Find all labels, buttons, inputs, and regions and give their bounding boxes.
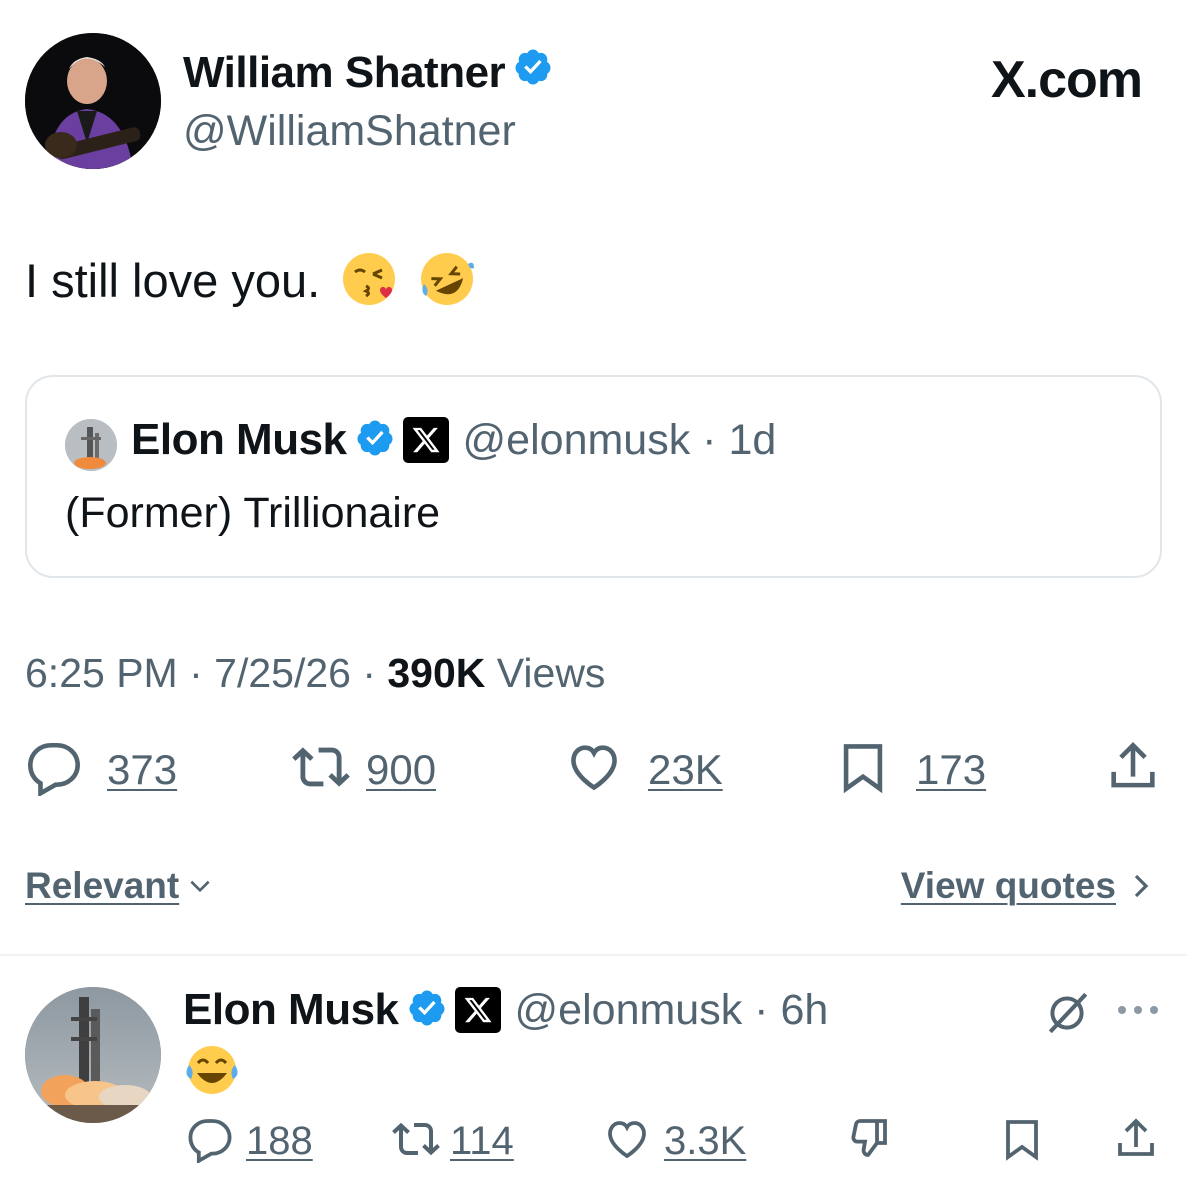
repost-button[interactable]: 900 <box>290 738 436 801</box>
share-icon <box>1112 1115 1160 1168</box>
views-label: Views <box>496 650 606 696</box>
reply-repost-count[interactable]: 114 <box>450 1119 514 1164</box>
reply-author-name[interactable]: Elon Musk <box>183 985 399 1035</box>
reply-like-count[interactable]: 3.3K <box>664 1119 746 1164</box>
chevron-down-icon <box>187 873 213 899</box>
views-count: 390K <box>387 650 486 696</box>
heart-icon <box>564 738 624 801</box>
reply-author-handle[interactable]: @elonmusk · 6h <box>515 986 829 1035</box>
reply-reply-button[interactable]: 188 <box>186 1115 313 1168</box>
like-count[interactable]: 23K <box>648 746 723 794</box>
reply-icon <box>186 1115 234 1168</box>
tweet-text-content: I still love you. <box>25 253 321 307</box>
reply-button[interactable]: 373 <box>25 738 177 801</box>
like-button[interactable]: 23K <box>564 738 723 801</box>
chevron-right-icon <box>1130 871 1152 901</box>
reply-count[interactable]: 373 <box>107 746 177 794</box>
reply-bookmark-button[interactable] <box>998 1115 1046 1168</box>
more-options-icon[interactable] <box>1116 1000 1160 1025</box>
face-with-tears-of-joy-emoji-icon <box>183 1043 241 1102</box>
view-quotes-link[interactable]: View quotes <box>901 865 1152 907</box>
verified-badge-icon <box>407 988 447 1033</box>
tweet-detail-page: William Shatner @WilliamShatner X.com I … <box>0 0 1187 1200</box>
view-quotes-label: View quotes <box>900 865 1116 906</box>
quote-text: (Former) Trillionaire <box>65 489 441 537</box>
reply-avatar[interactable] <box>25 987 161 1123</box>
bookmark-count[interactable]: 173 <box>916 746 986 794</box>
x-affiliation-icon <box>454 987 501 1033</box>
reply-header: Elon Musk @elonmusk · 6h <box>183 985 828 1035</box>
tweet-date[interactable]: 7/25/26 <box>214 650 351 696</box>
tweet-text: I still love you. <box>25 250 476 319</box>
rolling-laughing-emoji-icon <box>418 250 476 319</box>
verified-badge-icon <box>355 418 395 463</box>
grok-icon[interactable] <box>1042 988 1092 1043</box>
verified-badge-icon <box>513 47 553 98</box>
tweet-meta: 6:25 PM · 7/25/26 · 390K Views <box>25 650 606 696</box>
thumbs-down-icon <box>844 1115 894 1168</box>
quote-author-handle[interactable]: @elonmusk · 1d <box>463 416 777 465</box>
bookmark-button[interactable]: 173 <box>834 738 986 801</box>
tweet-action-bar: 373 900 23K 173 <box>0 738 1187 808</box>
reply-handle-text: @elonmusk <box>514 985 743 1034</box>
sort-replies-dropdown[interactable]: Relevant <box>25 865 213 907</box>
reply-reply-count[interactable]: 188 <box>246 1119 313 1164</box>
quote-handle-text: @elonmusk <box>462 415 691 464</box>
reply-time: 6h <box>780 985 829 1034</box>
downvote-button[interactable] <box>844 1115 894 1168</box>
brand-watermark: X.com <box>990 51 1143 109</box>
sort-label: Relevant <box>25 865 180 906</box>
share-icon <box>1104 738 1162 801</box>
author-handle[interactable]: @WilliamShatner <box>183 107 516 156</box>
quoted-tweet-card[interactable]: Elon Musk @elonmusk · 1d (Former) Trilli… <box>25 375 1162 578</box>
author-name[interactable]: William Shatner <box>183 48 553 98</box>
repost-icon <box>290 738 352 801</box>
tweet-time[interactable]: 6:25 PM <box>25 650 178 696</box>
reply-icon <box>25 738 83 801</box>
reply-repost-button[interactable]: 114 <box>390 1115 514 1168</box>
heart-icon <box>602 1115 652 1168</box>
repost-count[interactable]: 900 <box>366 746 436 794</box>
quote-author-name[interactable]: Elon Musk <box>131 415 347 465</box>
quote-header: Elon Musk @elonmusk · 1d <box>131 415 776 465</box>
kissing-face-heart-emoji-icon <box>340 250 398 319</box>
reply-action-bar: 188 114 3.3K <box>0 1115 1187 1175</box>
bookmark-icon <box>998 1115 1046 1168</box>
quote-avatar[interactable] <box>65 419 117 471</box>
reply-like-button[interactable]: 3.3K <box>602 1115 746 1168</box>
divider <box>0 954 1187 956</box>
bookmark-icon <box>834 738 892 801</box>
quote-time: 1d <box>728 415 777 464</box>
reply-share-button[interactable] <box>1112 1115 1160 1168</box>
share-button[interactable] <box>1104 738 1162 801</box>
x-affiliation-icon <box>402 417 449 463</box>
author-avatar[interactable] <box>25 33 161 169</box>
author-name-text[interactable]: William Shatner <box>183 48 506 97</box>
repost-icon <box>390 1115 442 1168</box>
